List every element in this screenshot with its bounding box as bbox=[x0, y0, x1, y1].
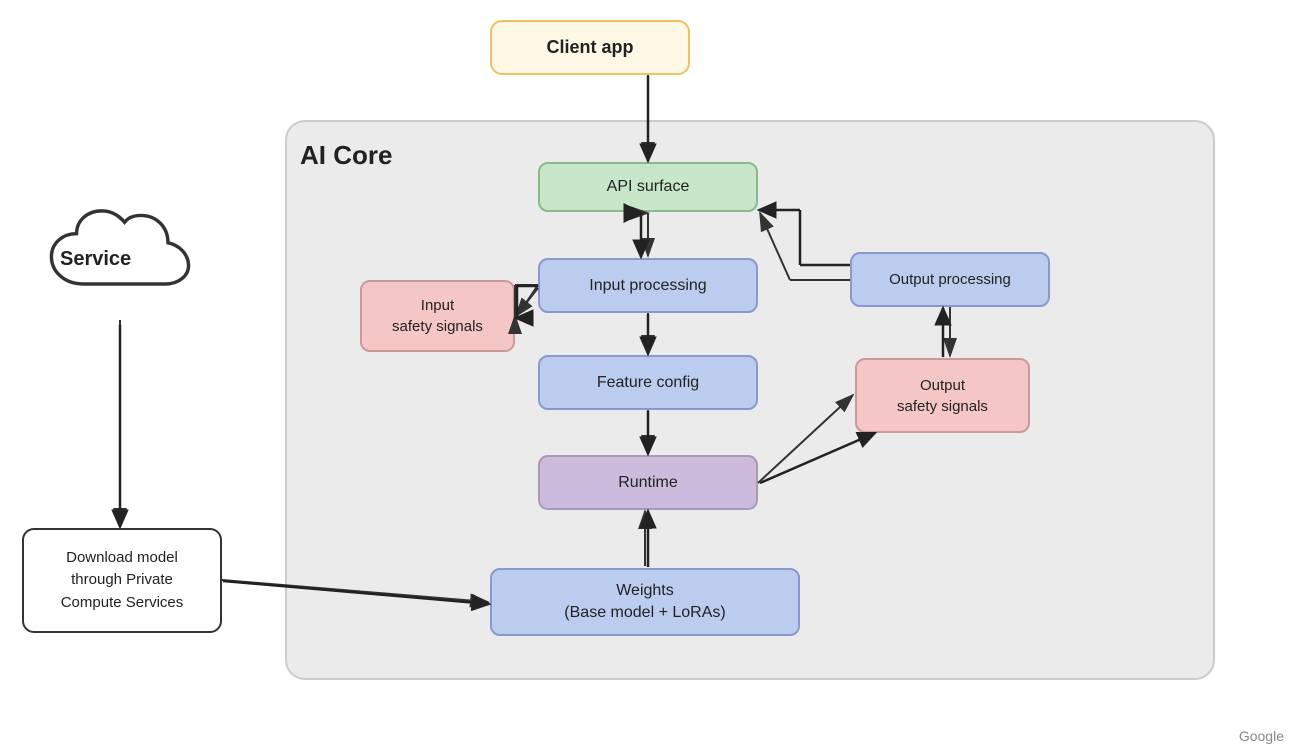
runtime-label: Runtime bbox=[618, 474, 678, 492]
input-safety-box: Inputsafety signals bbox=[360, 280, 515, 352]
runtime-box: Runtime bbox=[538, 455, 758, 510]
output-safety-box: Outputsafety signals bbox=[855, 358, 1030, 433]
output-processing-label: Output processing bbox=[889, 271, 1011, 288]
input-processing-box: Input processing bbox=[538, 258, 758, 313]
feature-config-label: Feature config bbox=[597, 374, 699, 392]
service-label: Service bbox=[60, 248, 131, 271]
output-processing-box: Output processing bbox=[850, 252, 1050, 307]
weights-label: Weights(Base model + LoRAs) bbox=[564, 580, 725, 625]
ai-core-label: AI Core bbox=[300, 140, 392, 171]
weights-box: Weights(Base model + LoRAs) bbox=[490, 568, 800, 636]
download-label: Download modelthrough PrivateCompute Ser… bbox=[61, 547, 184, 615]
output-safety-label: Outputsafety signals bbox=[897, 375, 988, 417]
client-app-label: Client app bbox=[546, 37, 633, 58]
google-logo: Google bbox=[1239, 728, 1284, 744]
input-safety-label: Inputsafety signals bbox=[392, 295, 483, 337]
feature-config-box: Feature config bbox=[538, 355, 758, 410]
download-box: Download modelthrough PrivateCompute Ser… bbox=[22, 528, 222, 633]
api-surface-label: API surface bbox=[607, 178, 690, 196]
client-app-box: Client app bbox=[490, 20, 690, 75]
api-surface-box: API surface bbox=[538, 162, 758, 212]
diagram-container: Client app AI Core API surface Input pro… bbox=[0, 0, 1304, 756]
input-processing-label: Input processing bbox=[589, 277, 706, 295]
